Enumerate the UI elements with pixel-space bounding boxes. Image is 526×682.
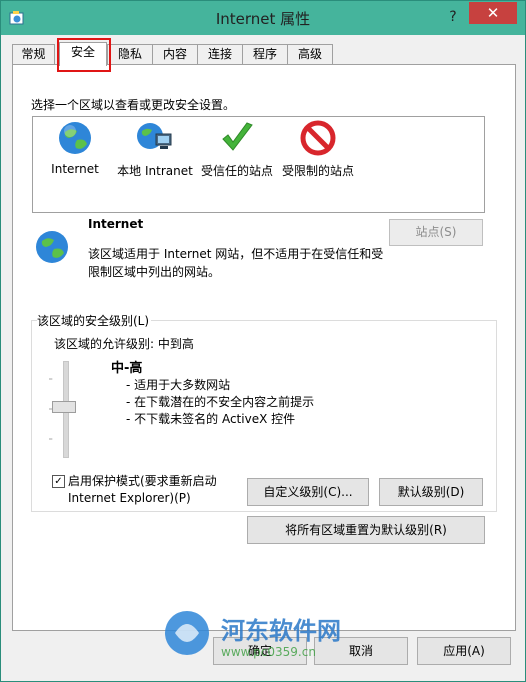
tab-advanced[interactable]: 高级	[287, 44, 333, 64]
tab-content[interactable]: 内容	[152, 44, 198, 64]
watermark-logo-icon	[165, 611, 209, 655]
custom-level-button[interactable]: 自定义级别(C)...	[247, 478, 369, 506]
protected-mode-label[interactable]: 启用保护模式(要求重新启动 Internet Explorer)(P)	[68, 473, 243, 507]
zone-local-intranet[interactable]: 本地 Intranet	[115, 117, 195, 187]
tab-connections[interactable]: 连接	[197, 44, 243, 64]
level-bullet: - 不下载未签名的 ActiveX 控件	[126, 412, 296, 426]
zone-internet-label: Internet	[51, 162, 99, 176]
zone-list: Internet 本地 Intranet 受信任的站点 受限制的站点	[32, 116, 485, 213]
help-button[interactable]: ?	[439, 6, 467, 28]
title-bar[interactable]: Internet 属性 ? ✕	[1, 1, 525, 35]
level-bullet: - 适用于大多数网站	[126, 378, 231, 392]
selected-zone-description: 该区域适用于 Internet 网站，但不适用于在受信任和受限制区域中列出的网站…	[88, 247, 384, 279]
level-bullet: - 在下载潜在的不安全内容之前提示	[126, 395, 315, 409]
selected-zone-title: Internet	[88, 217, 144, 231]
close-button[interactable]: ✕	[469, 2, 517, 24]
zone-restricted-sites-label: 受限制的站点	[281, 164, 354, 178]
watermark-url: www.pc0359.cn	[221, 645, 316, 659]
apply-button[interactable]: 应用(A)	[417, 637, 511, 665]
intranet-icon	[137, 123, 172, 149]
tab-programs[interactable]: 程序	[242, 44, 288, 64]
tab-general[interactable]: 常规	[12, 44, 55, 64]
protected-mode-checkbox[interactable]: ✓	[52, 475, 65, 488]
globe-icon	[59, 122, 91, 154]
default-level-button[interactable]: 默认级别(D)	[379, 478, 483, 506]
level-name: 中-高	[111, 361, 143, 376]
level-description: - 适用于大多数网站 - 在下载潜在的不安全内容之前提示 - 不下载未签名的 A…	[126, 377, 314, 428]
zone-trusted-sites[interactable]: 受信任的站点	[197, 117, 277, 187]
reset-all-zones-button[interactable]: 将所有区域重置为默认级别(R)	[247, 516, 485, 544]
tab-highlight-annotation	[57, 38, 111, 72]
checkmark-icon	[222, 122, 253, 151]
zone-local-intranet-label: 本地 Intranet	[117, 164, 193, 178]
zone-caption: 选择一个区域以查看或更改安全设置。	[31, 98, 236, 112]
restricted-icon	[300, 120, 336, 156]
internet-properties-window: Internet 属性 ? ✕ 常规 安全 隐私 内容 连接 程序 高级 选择一…	[0, 0, 526, 682]
tab-privacy[interactable]: 隐私	[107, 44, 153, 64]
zone-restricted-sites[interactable]: 受限制的站点	[278, 117, 358, 187]
security-level-label: 该区域的安全级别(L)	[37, 312, 152, 329]
sites-button[interactable]: 站点(S)	[389, 219, 483, 246]
zone-internet[interactable]: Internet	[45, 117, 105, 187]
allowed-level-text: 该区域的允许级别: 中到高	[54, 337, 194, 351]
watermark-name: 河东软件网	[221, 617, 341, 645]
globe-icon	[36, 231, 68, 263]
watermark: 河东软件网 www.pc0359.cn	[161, 607, 371, 667]
zone-trusted-sites-label: 受信任的站点	[200, 164, 273, 178]
slider-thumb[interactable]	[52, 401, 76, 413]
